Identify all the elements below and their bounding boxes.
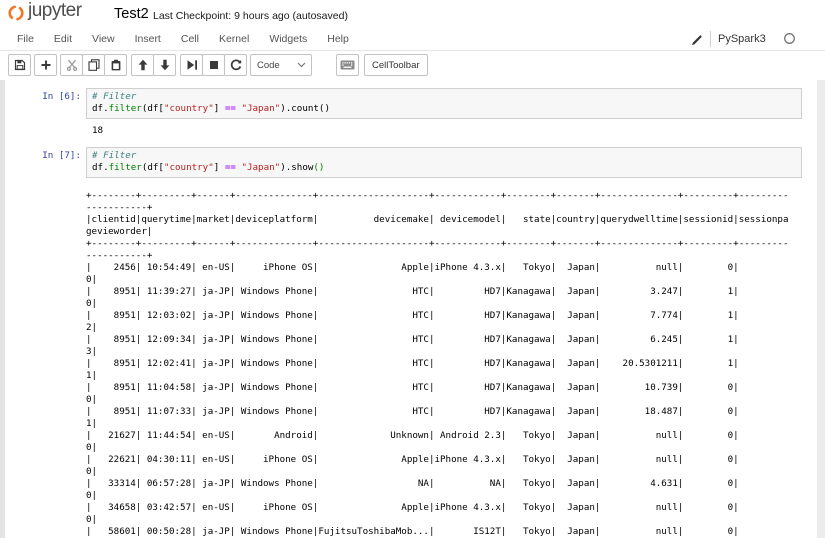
cell-type-select[interactable]: Code xyxy=(250,54,312,76)
scrollbar[interactable] xyxy=(817,80,825,538)
menu-file[interactable]: File xyxy=(7,28,44,50)
menu-help[interactable]: Help xyxy=(317,28,359,50)
divider xyxy=(710,31,711,47)
jupyter-logo-icon xyxy=(8,5,24,21)
jupyter-wordmark[interactable]: jupyter xyxy=(28,0,82,22)
jupyter-notebook-app: jupyter Test2 Last Checkpoint: 9 hours a… xyxy=(0,0,825,538)
interrupt-kernel-button[interactable] xyxy=(202,54,225,76)
kernel-idle-icon xyxy=(784,33,795,44)
scissors-icon xyxy=(66,59,77,71)
move-cell-down-button[interactable] xyxy=(153,54,176,76)
menu-items: File Edit View Insert Cell Kernel Widget… xyxy=(7,28,359,50)
cell-output-text: 18 xyxy=(92,125,104,136)
insert-cell-button[interactable] xyxy=(34,54,57,76)
stop-icon xyxy=(209,61,218,69)
menu-cell[interactable]: Cell xyxy=(171,28,209,50)
code-editor[interactable]: # Filter df.filter(df["country"] == "Jap… xyxy=(92,91,796,115)
notebook-title[interactable]: Test2 xyxy=(114,6,149,22)
menu-bar: File Edit View Insert Cell Kernel Widget… xyxy=(0,28,825,51)
celltoolbar-button[interactable]: CellToolbar xyxy=(364,54,428,76)
restart-icon xyxy=(230,59,241,71)
clipboard-icon xyxy=(111,59,120,71)
run-icon xyxy=(187,60,197,70)
menu-kernel[interactable]: Kernel xyxy=(209,28,259,50)
arrow-up-icon xyxy=(138,59,147,71)
restart-kernel-button[interactable] xyxy=(224,54,247,76)
code-cell-input[interactable]: # Filter df.filter(df["country"] == "Jap… xyxy=(86,147,802,178)
input-prompt: In [7]: xyxy=(42,150,81,161)
save-icon xyxy=(14,59,25,71)
input-prompt: In [6]: xyxy=(42,91,81,102)
page-background-strip xyxy=(0,80,5,538)
command-palette-button[interactable] xyxy=(336,54,359,76)
menu-edit[interactable]: Edit xyxy=(44,28,82,50)
move-cell-up-button[interactable] xyxy=(131,54,154,76)
paste-cells-button[interactable] xyxy=(104,54,127,76)
copy-icon xyxy=(87,59,100,71)
chevron-down-icon xyxy=(297,62,306,68)
cut-cells-button[interactable] xyxy=(60,54,83,76)
code-editor[interactable]: # Filter df.filter(df["country"] == "Jap… xyxy=(92,150,796,174)
dataframe-show-output: +--------+---------+------+-------------… xyxy=(86,190,789,537)
cell-type-value: Code xyxy=(257,59,280,71)
header-bar: jupyter Test2 Last Checkpoint: 9 hours a… xyxy=(0,0,825,29)
celltoolbar-label: CellToolbar xyxy=(372,59,420,71)
save-button[interactable] xyxy=(8,54,31,76)
code-cell-input[interactable]: # Filter df.filter(df["country"] == "Jap… xyxy=(86,88,802,119)
kernel-name: PySpark3 xyxy=(718,33,766,45)
copy-cells-button[interactable] xyxy=(82,54,105,76)
arrow-down-icon xyxy=(160,59,169,71)
edit-mode-pencil-icon xyxy=(692,35,702,46)
menu-view[interactable]: View xyxy=(82,28,125,50)
toolbar: Code CellToolbar xyxy=(0,51,825,81)
menu-widgets[interactable]: Widgets xyxy=(259,28,317,50)
notebook-area: In [6]: # Filter df.filter(df["country"]… xyxy=(0,80,825,538)
run-cell-button[interactable] xyxy=(180,54,203,76)
checkpoint-status: Last Checkpoint: 9 hours ago (autosaved) xyxy=(153,10,348,22)
plus-icon xyxy=(41,60,50,70)
keyboard-icon xyxy=(340,60,355,70)
menu-insert[interactable]: Insert xyxy=(125,28,171,50)
